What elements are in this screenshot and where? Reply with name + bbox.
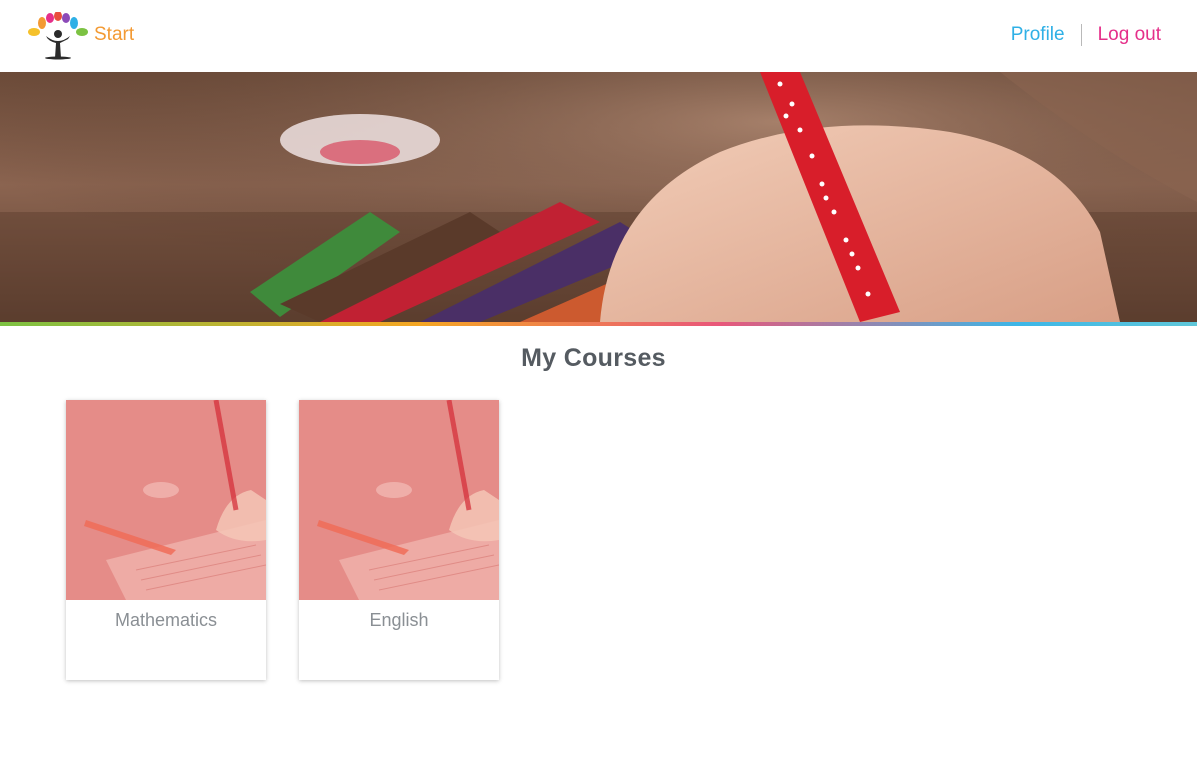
course-thumbnail-icon [66, 400, 266, 600]
tree-logo-icon [28, 12, 88, 60]
profile-link[interactable]: Profile [1011, 24, 1065, 46]
course-thumbnail [299, 400, 499, 600]
course-thumbnail [66, 400, 266, 600]
course-card-mathematics[interactable]: Mathematics [66, 400, 266, 680]
hero-banner [0, 72, 1197, 322]
top-navbar: Start Profile Log out [0, 0, 1197, 72]
user-nav: Profile Log out [1011, 22, 1161, 48]
home-link[interactable]: Start [26, 12, 134, 60]
course-name: Mathematics [114, 610, 218, 630]
nav-divider [1080, 24, 1082, 46]
course-card-english[interactable]: English [299, 400, 499, 680]
course-name: English [369, 610, 429, 630]
course-thumbnail-icon [299, 400, 499, 600]
brand-label: Start [94, 24, 135, 45]
page-title: My Courses [521, 344, 666, 372]
hero-image [0, 72, 1197, 322]
rainbow-divider [0, 322, 1197, 326]
logout-link[interactable]: Log out [1098, 24, 1161, 46]
